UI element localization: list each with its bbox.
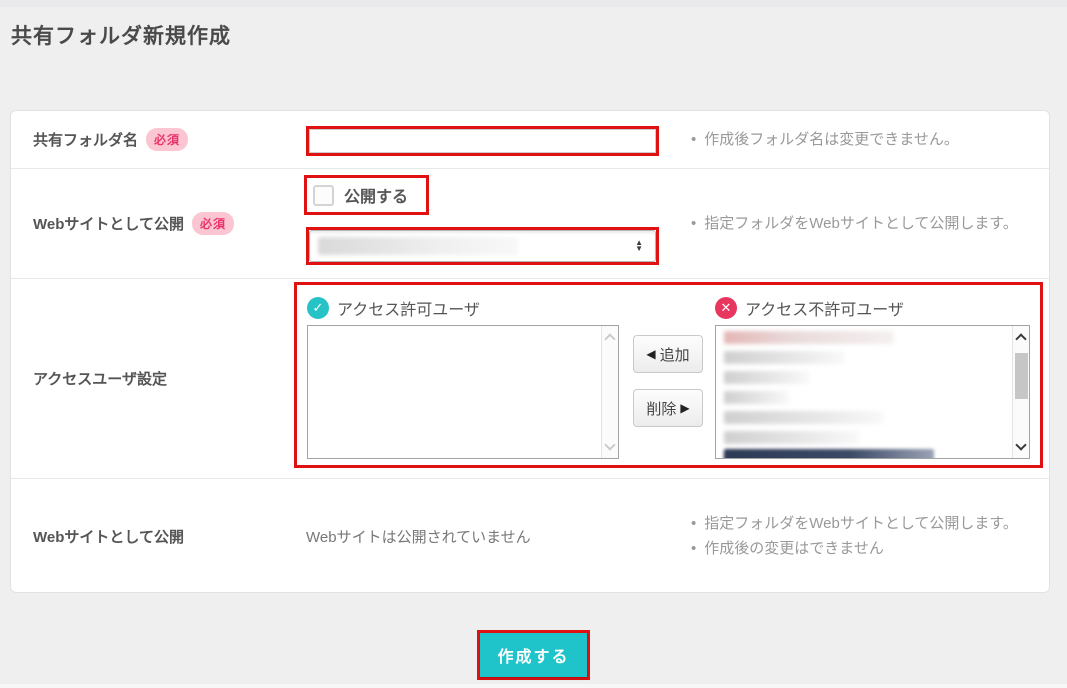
blurred-user-entry[interactable] bbox=[724, 331, 894, 344]
publish-status-note-cell: • 指定フォルダをWebサイトとして公開します。 • 作成後の変更はできません bbox=[691, 479, 1049, 593]
add-user-button-label: 追加 bbox=[660, 344, 690, 365]
publish-note: 指定フォルダをWebサイトとして公開します。 bbox=[704, 211, 1018, 237]
allowed-users-title: アクセス許可ユーザ bbox=[337, 296, 480, 320]
folder-name-input[interactable] bbox=[309, 129, 656, 153]
denied-users-scrollbar[interactable] bbox=[1012, 326, 1029, 458]
publish-status-content: Webサイトは公開されていません bbox=[296, 479, 691, 593]
highlight-box-access-users: ✓ アクセス許可ユーザ ◀ 追加 削除 ▶ bbox=[294, 282, 1043, 468]
blurred-user-entry[interactable] bbox=[724, 391, 789, 404]
bullet-icon: • bbox=[691, 211, 696, 237]
folder-name-label: 共有フォルダ名 bbox=[33, 129, 138, 150]
access-label-cell: アクセスユーザ設定 bbox=[11, 279, 296, 478]
publish-label: Webサイトとして公開 bbox=[33, 213, 184, 234]
folder-name-label-cell: 共有フォルダ名 必須 bbox=[11, 111, 296, 168]
right-arrow-icon: ▶ bbox=[680, 401, 689, 415]
bullet-icon: • bbox=[691, 536, 696, 562]
folder-name-content bbox=[296, 111, 691, 168]
check-circle-icon: ✓ bbox=[307, 297, 329, 319]
row-publish-status: Webサイトとして公開 Webサイトは公開されていません • 指定フォルダをWe… bbox=[11, 479, 1049, 593]
allowed-users-list bbox=[308, 326, 601, 458]
scroll-up-icon[interactable] bbox=[1015, 333, 1026, 344]
bottom-edge-strip bbox=[0, 684, 1067, 688]
publish-select[interactable]: ▲▼ bbox=[309, 230, 656, 262]
highlight-box-publish-checkbox: 公開する bbox=[304, 175, 429, 215]
highlight-box-folder-name bbox=[306, 126, 659, 156]
scroll-down-icon[interactable] bbox=[604, 439, 615, 450]
access-label: アクセスユーザ設定 bbox=[33, 368, 167, 389]
remove-user-button-label: 削除 bbox=[646, 398, 676, 419]
blurred-user-entry[interactable] bbox=[724, 351, 844, 364]
row-access-users: アクセスユーザ設定 ✓ アクセス許可ユーザ ◀ bbox=[11, 279, 1049, 479]
folder-name-note-cell: • 作成後フォルダ名は変更できません。 bbox=[691, 111, 1049, 168]
blurred-user-entry[interactable] bbox=[724, 411, 884, 424]
folder-name-note: 作成後フォルダ名は変更できません。 bbox=[704, 127, 959, 153]
remove-user-button[interactable]: 削除 ▶ bbox=[633, 389, 703, 427]
page-title: 共有フォルダ新規作成 bbox=[11, 20, 231, 50]
highlight-box-create-button: 作成する bbox=[477, 630, 589, 680]
add-user-button[interactable]: ◀ 追加 bbox=[633, 335, 703, 373]
publish-note-cell: • 指定フォルダをWebサイトとして公開します。 bbox=[691, 169, 1049, 278]
publish-checkbox-label: 公開する bbox=[344, 183, 408, 207]
required-badge: 必須 bbox=[192, 212, 234, 235]
publish-checkbox[interactable] bbox=[313, 185, 334, 206]
allowed-users-column: ✓ アクセス許可ユーザ bbox=[307, 291, 619, 459]
publish-content: 公開する ▲▼ bbox=[296, 169, 691, 278]
footer-actions: 作成する bbox=[0, 630, 1067, 680]
left-arrow-icon: ◀ bbox=[646, 347, 655, 361]
denied-users-header: ✕ アクセス不許可ユーザ bbox=[715, 291, 1030, 325]
form-card: 共有フォルダ名 必須 • 作成後フォルダ名は変更できません。 Webサイトとして… bbox=[10, 110, 1050, 593]
scroll-up-icon[interactable] bbox=[604, 333, 615, 344]
denied-users-column: ✕ アクセス不許可ユーザ bbox=[715, 291, 1030, 459]
blurred-user-entry[interactable] bbox=[724, 371, 809, 384]
bullet-icon: • bbox=[691, 127, 696, 153]
denied-users-title: アクセス不許可ユーザ bbox=[745, 296, 904, 320]
select-updown-icon: ▲▼ bbox=[635, 240, 643, 252]
allowed-users-scrollbar[interactable] bbox=[601, 326, 618, 458]
highlight-box-publish-select: ▲▼ bbox=[306, 227, 659, 265]
x-circle-icon: ✕ bbox=[715, 297, 737, 319]
blurred-user-entry[interactable] bbox=[724, 449, 934, 458]
denied-users-list bbox=[716, 326, 1012, 458]
scroll-down-icon[interactable] bbox=[1015, 439, 1026, 450]
blurred-select-value bbox=[318, 237, 518, 255]
create-button[interactable]: 作成する bbox=[480, 633, 586, 677]
row-folder-name: 共有フォルダ名 必須 • 作成後フォルダ名は変更できません。 bbox=[11, 111, 1049, 169]
publish-status-note-1: 指定フォルダをWebサイトとして公開します。 bbox=[704, 511, 1018, 537]
top-edge-strip bbox=[0, 0, 1067, 7]
bullet-icon: • bbox=[691, 511, 696, 537]
required-badge: 必須 bbox=[146, 128, 188, 151]
publish-status-label: Webサイトとして公開 bbox=[33, 526, 184, 547]
allowed-users-listbox[interactable] bbox=[307, 325, 619, 459]
publish-status-note-2: 作成後の変更はできません bbox=[704, 536, 884, 562]
denied-users-listbox[interactable] bbox=[715, 325, 1030, 459]
publish-label-cell: Webサイトとして公開 必須 bbox=[11, 169, 296, 278]
blurred-user-entry[interactable] bbox=[724, 431, 859, 444]
scrollbar-thumb[interactable] bbox=[1015, 353, 1028, 399]
move-buttons-column: ◀ 追加 削除 ▶ bbox=[633, 291, 703, 459]
publish-status-label-cell: Webサイトとして公開 bbox=[11, 479, 296, 593]
publish-status-value: Webサイトは公開されていません bbox=[306, 479, 531, 593]
allowed-users-header: ✓ アクセス許可ユーザ bbox=[307, 291, 619, 325]
row-publish: Webサイトとして公開 必須 公開する ▲▼ • 指定フォルダをWebサイトとし… bbox=[11, 169, 1049, 279]
